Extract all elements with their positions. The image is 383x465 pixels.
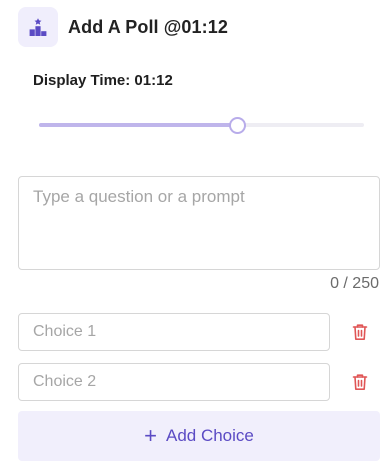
choice-2-input[interactable] (18, 363, 330, 401)
choice-1-input[interactable] (18, 313, 330, 351)
character-count: 0 / 250 (330, 275, 379, 292)
panel-header: Add A Poll @01:12 (18, 7, 228, 47)
panel-title: Add A Poll @01:12 (68, 16, 228, 37)
delete-choice-2-button[interactable] (348, 371, 372, 393)
poll-podium-icon (18, 7, 58, 47)
slider-fill (39, 123, 238, 127)
add-choice-button[interactable]: + Add Choice (18, 411, 380, 461)
choice-row (18, 363, 380, 401)
display-time-slider[interactable] (39, 115, 364, 135)
trash-icon (352, 324, 368, 340)
choice-row (18, 313, 380, 351)
trash-icon (352, 374, 368, 390)
slider-thumb[interactable] (229, 117, 247, 134)
add-choice-label: Add Choice (165, 426, 254, 445)
add-poll-panel: Add A Poll @01:12 Display Time: 01:12 0 … (0, 0, 383, 465)
plus-icon: + (144, 423, 157, 448)
question-input[interactable] (18, 176, 380, 270)
delete-choice-1-button[interactable] (348, 321, 372, 343)
display-time-label: Display Time: 01:12 (33, 72, 173, 89)
